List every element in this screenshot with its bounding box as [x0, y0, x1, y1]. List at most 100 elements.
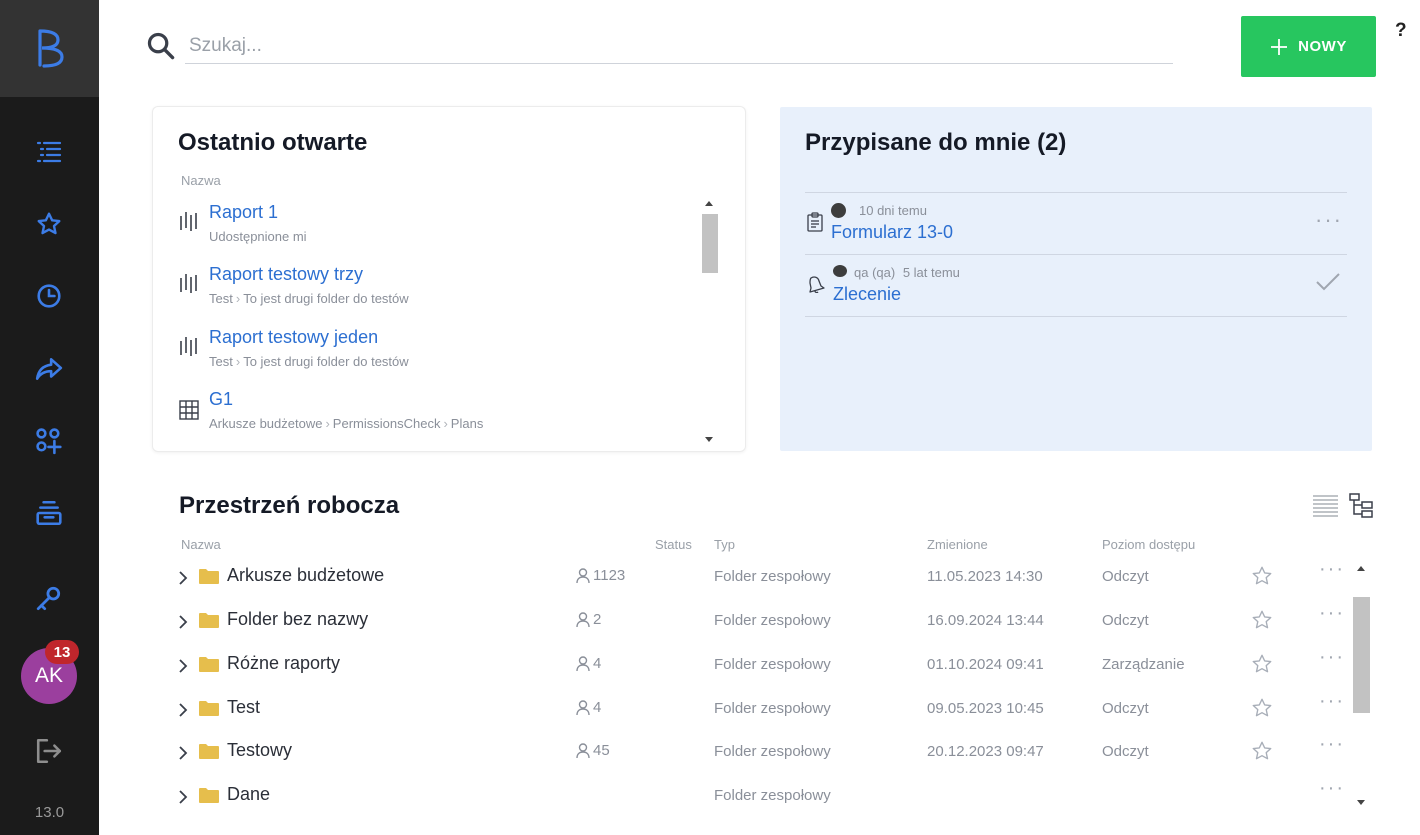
folder-icon	[199, 657, 219, 672]
recent-item[interactable]: Raport testowy trzy Test › To jest drugi f…	[179, 264, 699, 314]
assigned-item[interactable]: qa (qa) 5 lat temu Zlecenie	[805, 257, 1347, 319]
row-name[interactable]: Różne raporty	[227, 653, 340, 674]
assigned-panel: Przypisane do mnie (2) 10 dni temu Formu…	[780, 107, 1372, 451]
chevron-right-icon[interactable]	[178, 614, 188, 630]
person-icon	[576, 567, 590, 583]
user-avatar	[831, 203, 846, 218]
recent-item-name[interactable]: Raport 1	[209, 202, 278, 223]
nav-key-icon[interactable]	[33, 583, 65, 615]
assigned-meta: qa (qa) 5 lat temu	[854, 265, 960, 280]
favorite-star-icon[interactable]	[1251, 609, 1273, 631]
more-icon[interactable]: ···	[1319, 603, 1345, 623]
nav-share-icon[interactable]	[33, 353, 65, 385]
divider	[805, 192, 1347, 193]
table-row[interactable]: Arkusze budżetowe 1123 Folder zespołowy 11.…	[176, 556, 1356, 600]
folder-icon	[199, 788, 219, 803]
list-view-icon[interactable]	[1313, 494, 1338, 518]
nav-apps-add-icon[interactable]	[33, 425, 65, 457]
favorite-star-icon[interactable]	[1251, 653, 1273, 675]
recent-item-name[interactable]: Raport testowy jeden	[209, 327, 378, 348]
recent-title: Ostatnio otwarte	[178, 129, 368, 156]
more-icon[interactable]: ···	[1315, 209, 1343, 231]
row-name[interactable]: Test	[227, 697, 260, 718]
report-icon	[180, 274, 197, 293]
assigned-item-name[interactable]: Zlecenie	[833, 284, 901, 305]
user-avatar	[833, 265, 847, 277]
sidebar: AK 13 13.0	[0, 0, 99, 835]
ws-scroll-down-arrow[interactable]	[1357, 800, 1365, 805]
logout-icon[interactable]	[33, 735, 65, 767]
search-bar	[146, 28, 1173, 64]
chevron-right-icon[interactable]	[178, 789, 188, 805]
row-name[interactable]: Arkusze budżetowe	[227, 565, 384, 586]
assigned-item-name[interactable]: Formularz 13-0	[831, 222, 953, 243]
report-icon	[180, 212, 197, 231]
table-row[interactable]: Test 4 Folder zespołowy 09.05.2023 10:45 Odc…	[176, 688, 1356, 732]
nav-star-icon[interactable]	[33, 208, 65, 240]
more-icon[interactable]: ···	[1319, 691, 1345, 711]
row-changed: 01.10.2024 09:41	[927, 656, 1044, 673]
favorite-star-icon[interactable]	[1251, 740, 1273, 762]
col-header-type[interactable]: Typ	[714, 537, 735, 552]
recent-item-path: Udostępnione mi	[209, 229, 307, 244]
row-members-count: 4	[593, 699, 602, 716]
help-button[interactable]: ?	[1395, 20, 1407, 42]
nav-inbox-stack-icon[interactable]	[33, 497, 65, 529]
ws-scroll-up-arrow[interactable]	[1357, 566, 1365, 571]
row-access: Zarządzanie	[1102, 656, 1185, 673]
check-icon[interactable]	[1315, 272, 1341, 292]
notification-badge: 13	[45, 640, 79, 664]
col-header-name[interactable]: Nazwa	[181, 537, 221, 552]
col-header-status[interactable]: Status	[655, 537, 692, 552]
favorite-star-icon[interactable]	[1251, 697, 1273, 719]
row-type: Folder zespołowy	[714, 700, 831, 717]
more-icon[interactable]: ···	[1319, 559, 1345, 579]
row-changed: 09.05.2023 10:45	[927, 700, 1044, 717]
scroll-down-arrow[interactable]	[705, 437, 713, 442]
workspace-scrollbar[interactable]	[1353, 597, 1370, 713]
more-icon[interactable]: ···	[1319, 734, 1345, 754]
recent-item[interactable]: Raport testowy jeden Test › To jest drugi …	[179, 327, 699, 377]
favorite-star-icon[interactable]	[1251, 565, 1273, 587]
table-row[interactable]: Różne raporty 4 Folder zespołowy 01.10.2024…	[176, 644, 1356, 688]
assigned-item[interactable]: 10 dni temu Formularz 13-0 ···	[805, 195, 1347, 257]
chevron-right-icon[interactable]	[178, 570, 188, 586]
row-members-count: 2	[593, 611, 602, 628]
table-row[interactable]: Dane Folder zespołowy ···	[176, 775, 1356, 819]
col-header-changed[interactable]: Zmienione	[927, 537, 988, 552]
new-button[interactable]: NOWY	[1241, 16, 1376, 77]
chevron-right-icon[interactable]	[178, 745, 188, 761]
more-icon[interactable]: ···	[1319, 778, 1345, 798]
row-type: Folder zespołowy	[714, 568, 831, 585]
chevron-right-icon[interactable]	[178, 702, 188, 718]
app-logo[interactable]	[0, 0, 99, 97]
search-input[interactable]	[185, 28, 1173, 64]
table-row[interactable]: Testowy 45 Folder zespołowy 20.12.2023 09:4…	[176, 731, 1356, 775]
recent-item[interactable]: G1 Arkusze budżetowe › PermissionsCheck › Pl…	[179, 389, 699, 439]
more-icon[interactable]: ···	[1319, 647, 1345, 667]
recent-scrollbar[interactable]	[702, 214, 718, 273]
recent-item-name[interactable]: Raport testowy trzy	[209, 264, 363, 285]
row-name[interactable]: Testowy	[227, 740, 292, 761]
recent-item-name[interactable]: G1	[209, 389, 233, 410]
bell-icon	[809, 276, 825, 293]
nav-clock-icon[interactable]	[33, 280, 65, 312]
nav-list-icon[interactable]	[33, 136, 65, 168]
row-members: 4	[576, 699, 601, 716]
col-header-access[interactable]: Poziom dostępu	[1102, 537, 1195, 552]
folder-icon	[199, 744, 219, 759]
recent-item[interactable]: Raport 1 Udostępnione mi	[179, 202, 699, 252]
assigned-title: Przypisane do mnie (2)	[805, 129, 1067, 156]
row-changed: 11.05.2023 14:30	[927, 568, 1043, 585]
folder-icon	[199, 569, 219, 584]
report-icon	[180, 337, 197, 356]
chevron-right-icon[interactable]	[178, 658, 188, 674]
scroll-up-arrow[interactable]	[705, 201, 713, 206]
table-row[interactable]: Folder bez nazwy 2 Folder zespołowy 16.09.2…	[176, 600, 1356, 644]
row-type: Folder zespołowy	[714, 612, 831, 629]
row-name[interactable]: Dane	[227, 784, 270, 805]
row-name[interactable]: Folder bez nazwy	[227, 609, 368, 630]
search-icon[interactable]	[146, 31, 176, 61]
recent-item-path: Arkusze budżetowe › PermissionsCheck › Plans	[209, 416, 484, 431]
tree-view-icon[interactable]	[1349, 493, 1373, 518]
